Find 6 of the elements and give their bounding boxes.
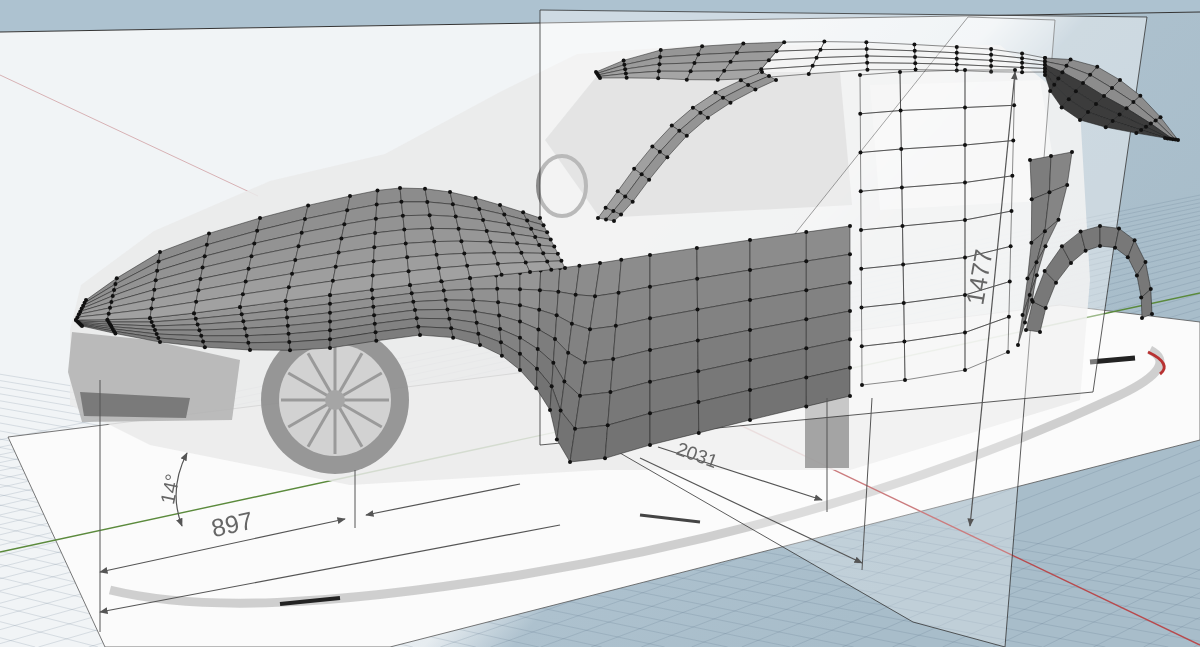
dimension-label: 14°	[156, 471, 184, 507]
dimension-label: 1477	[960, 247, 998, 307]
steering-wheel	[536, 154, 588, 218]
dimension-label: 2031	[673, 437, 721, 473]
extension-line	[354, 469, 356, 529]
dimension-label: 897	[208, 505, 256, 543]
